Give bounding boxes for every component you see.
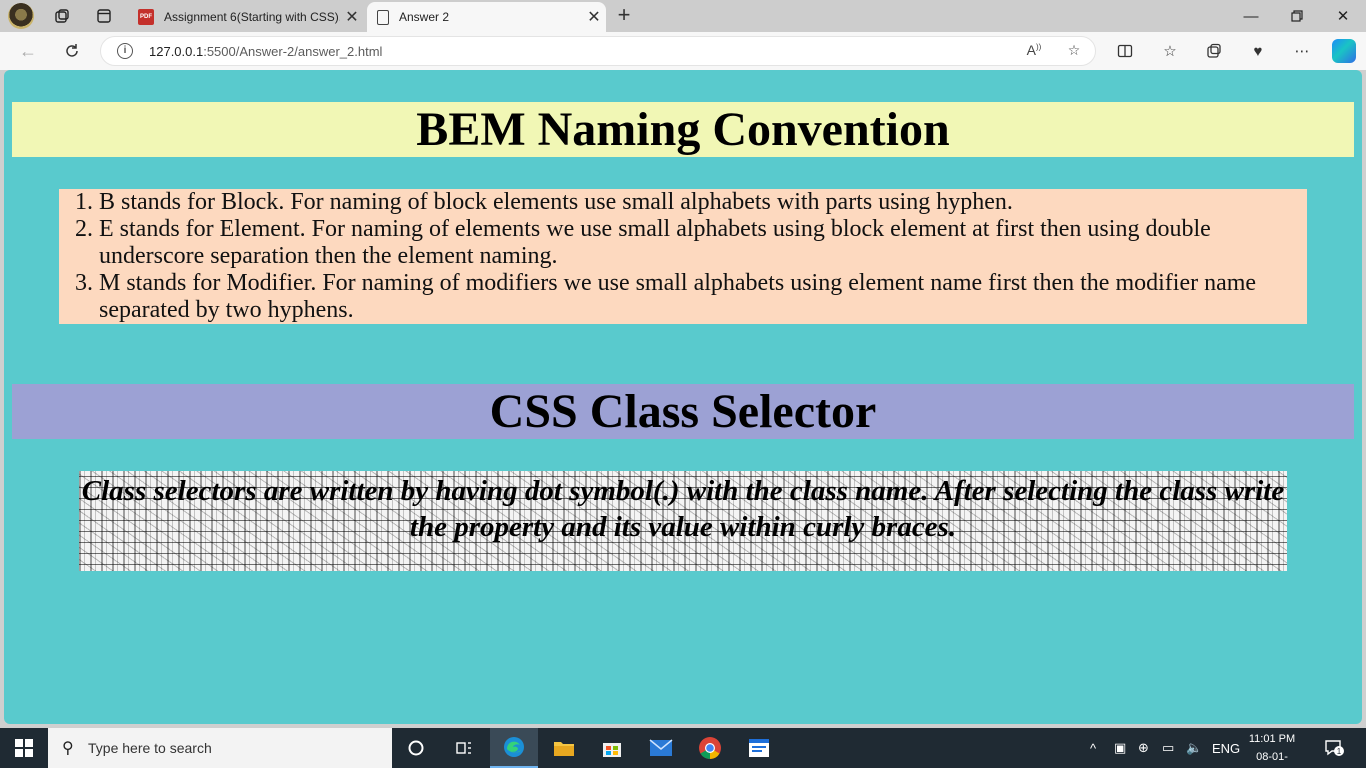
tab-assignment-pdf[interactable]: PDF Assignment 6(Starting with CSS).pdf … (130, 2, 364, 32)
taskbar-search[interactable]: ⚲ Type here to search (48, 728, 392, 768)
close-tab-icon[interactable]: ✕ (582, 7, 606, 27)
tab-answer-2[interactable]: Answer 2 ✕ (367, 2, 606, 32)
copilot-icon[interactable] (1332, 39, 1356, 63)
address-bar[interactable]: i 127.0.0.1:5500/Answer-2/answer_2.html … (100, 36, 1096, 66)
refresh-icon[interactable] (58, 38, 86, 64)
document-icon (377, 9, 389, 25)
bem-heading: BEM Naming Convention (12, 102, 1354, 157)
new-tab-button[interactable]: + (612, 4, 636, 28)
clock-date: 08-01-2024 (1256, 751, 1288, 763)
chrome-icon[interactable] (686, 728, 734, 768)
search-placeholder: Type here to search (88, 740, 212, 756)
notification-count: 1 (1337, 747, 1342, 756)
edge-taskbar-icon[interactable] (490, 728, 538, 768)
task-view-icon[interactable] (440, 728, 488, 768)
collections-icon[interactable] (1202, 40, 1226, 62)
profile-avatar[interactable] (8, 3, 34, 29)
taskbar-clock[interactable]: 11:01 PM 08-01-2024 (1244, 730, 1300, 768)
microsoft-store-icon[interactable] (588, 728, 636, 768)
tab-strip: PDF Assignment 6(Starting with CSS).pdf … (0, 0, 1366, 32)
file-explorer-icon[interactable] (540, 728, 588, 768)
search-icon: ⚲ (62, 740, 74, 757)
url-text[interactable]: 127.0.0.1:5500/Answer-2/answer_2.html (149, 44, 382, 59)
pdf-icon: PDF (138, 9, 154, 25)
cortana-icon[interactable] (392, 728, 440, 768)
minimize-button[interactable]: — (1228, 0, 1274, 32)
favorite-star-icon[interactable]: ☆ (1063, 42, 1085, 62)
list-item: 1. B stands for Block. For naming of bloc… (75, 189, 1013, 215)
notification-center-icon[interactable]: 1 (1324, 728, 1344, 768)
tab-title: Answer 2 (399, 10, 450, 24)
close-window-button[interactable]: ✕ (1320, 0, 1366, 32)
bem-list: 1. B stands for Block. For naming of bloc… (59, 189, 1307, 324)
language-indicator[interactable]: ENG (1212, 728, 1240, 768)
show-hidden-icons-chevron-icon[interactable]: ^ (1090, 728, 1096, 768)
back-arrow-icon[interactable]: ← (14, 38, 42, 64)
vs-code-icon[interactable] (735, 728, 783, 768)
tab-actions-icon[interactable] (91, 4, 117, 28)
battery-icon[interactable]: ▭ (1162, 728, 1174, 768)
volume-icon[interactable]: 🔈 (1186, 728, 1202, 768)
more-options-icon[interactable]: ⋯ (1290, 40, 1314, 62)
favorites-icon[interactable]: ☆ (1158, 40, 1182, 62)
start-button[interactable] (0, 728, 48, 768)
list-item: 2. E stands for Element. For naming of el… (75, 216, 1211, 269)
browser-essentials-icon[interactable]: ♥ (1246, 40, 1270, 62)
navigation-bar: ← i 127.0.0.1:5500/Answer-2/answer_2.htm… (0, 32, 1366, 70)
tab-title: Assignment 6(Starting with CSS).pdf (164, 10, 340, 24)
workspaces-icon[interactable] (49, 4, 75, 28)
css-class-selector-heading: CSS Class Selector (12, 384, 1354, 439)
mail-icon[interactable] (637, 728, 685, 768)
security-icon[interactable]: ▣ (1114, 728, 1126, 768)
page-viewport: BEM Naming Convention 1. B stands for Blo… (4, 70, 1362, 724)
site-info-icon[interactable]: i (117, 43, 133, 59)
list-item: 3. M stands for Modifier. For naming of m… (75, 270, 1257, 323)
windows-logo-icon (15, 739, 33, 757)
restore-button[interactable] (1274, 0, 1320, 32)
taskbar: ⚲ Type here to search ^ ▣ ⊕ ▭ 🔈 ENG 11:0… (0, 728, 1366, 768)
read-aloud-icon[interactable]: A)) (1023, 42, 1045, 62)
clock-time: 11:01 PM (1248, 733, 1296, 745)
css-class-selector-paragraph: Class selectors are written by having do… (79, 471, 1287, 571)
close-tab-icon[interactable]: ✕ (340, 7, 364, 27)
network-globe-icon[interactable]: ⊕ (1138, 728, 1149, 768)
split-screen-icon[interactable] (1113, 40, 1137, 62)
